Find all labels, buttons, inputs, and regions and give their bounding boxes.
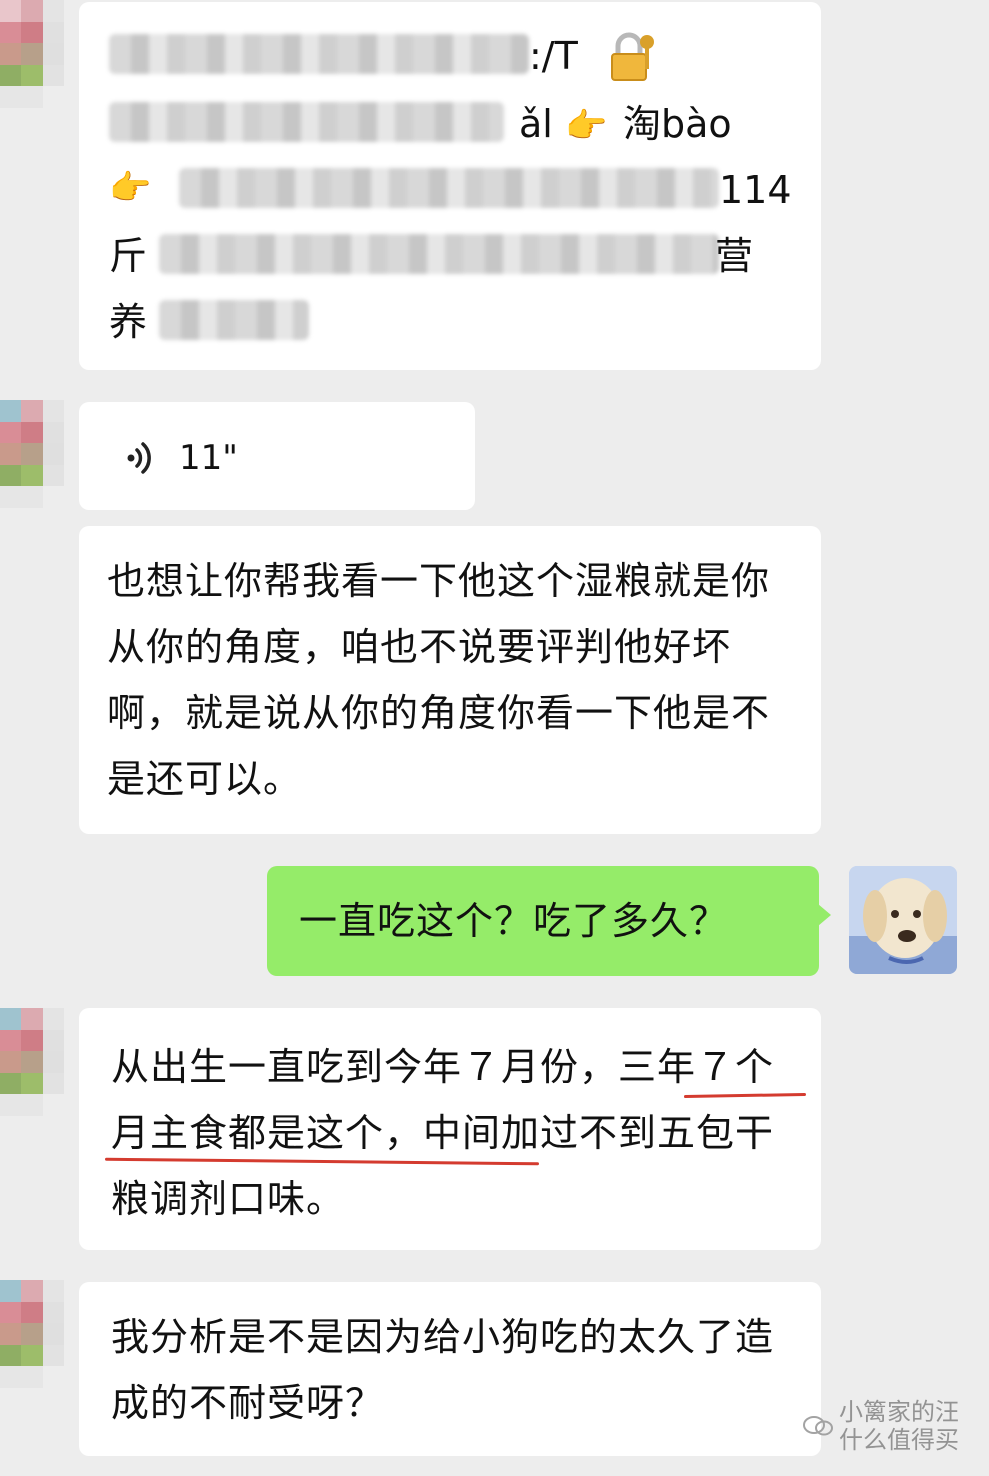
voice-duration: 11" [179,438,238,478]
blurred-content [179,168,719,208]
link-fragment: ǎl [519,102,553,146]
link-fragment: 斤 [109,234,148,278]
watermark-account-name: 小篱家的汪 [839,1398,959,1426]
message-text: 从出生一直吃到今年７月份，三年７个月主食都是这个，中间加过不到五包干粮调剂口味。 [111,1045,775,1221]
contact-avatar[interactable] [0,0,64,108]
lock-icon [609,32,655,82]
contact-avatar[interactable] [0,1008,64,1116]
text-message[interactable]: 也想让你帮我看一下他这个湿粮就是你从你的角度，咱也不说要评判他好坏啊，就是说从你… [79,526,821,834]
watermark-logo-icon [803,1415,833,1437]
outgoing-message[interactable]: 一直吃这个？吃了多久？ [267,866,831,976]
contact-avatar[interactable] [0,1280,64,1388]
blurred-content [109,34,529,74]
message-text: 也想让你帮我看一下他这个湿粮就是你从你的角度，咱也不说要评判他好坏啊，就是说从你… [107,559,771,801]
message-text: 我分析是不是因为给小狗吃的太久了造成的不耐受呀？ [111,1315,775,1425]
pointing-hand-icon: 👉 [565,106,608,146]
text-message[interactable]: 我分析是不是因为给小狗吃的太久了造成的不耐受呀？ [79,1282,821,1456]
link-fragment: 114 [719,168,792,212]
shared-link-message[interactable]: :/T ǎl 👉 淘bào 👉 114 斤 营 养 [79,2,821,370]
blurred-content [109,102,504,142]
link-fragment: :/T [529,34,578,78]
watermark: 小篱家的汪 什么值得买 [803,1398,959,1454]
text-message[interactable]: 从出生一直吃到今年７月份，三年７个月主食都是这个，中间加过不到五包干粮调剂口味。 [79,1008,821,1250]
watermark-site-name: 什么值得买 [839,1426,959,1454]
voice-message[interactable]: 11" [79,402,475,510]
blurred-content [159,300,309,340]
link-fragment: 淘bào [623,102,732,146]
contact-avatar[interactable] [0,400,64,508]
pointing-hand-icon: 👉 [109,168,152,208]
message-text: 一直吃这个？吃了多久？ [299,899,729,943]
voice-icon [123,438,163,478]
link-fragment: 养 [109,300,148,344]
link-fragment: 营 [715,234,754,278]
user-avatar[interactable] [849,866,957,974]
blurred-content [159,234,719,274]
